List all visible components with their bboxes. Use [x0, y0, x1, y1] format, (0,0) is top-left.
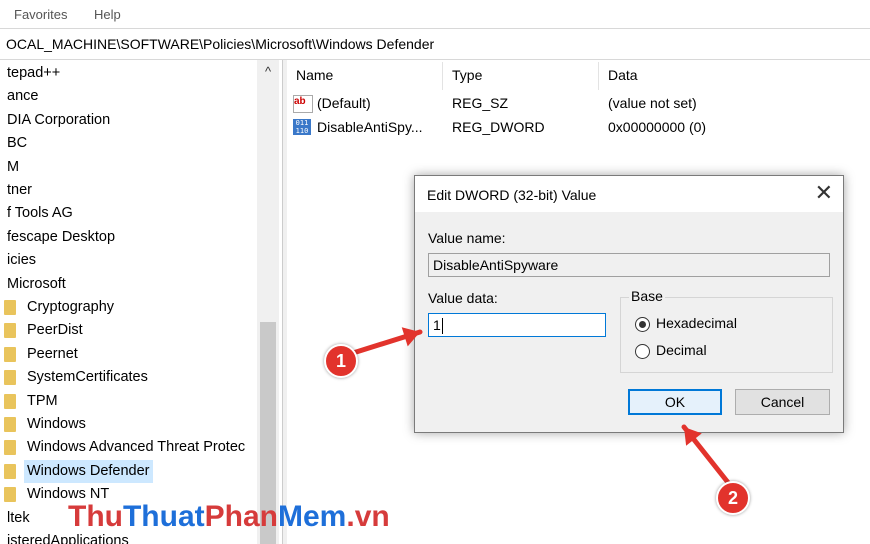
column-header-name[interactable]: Name — [296, 60, 333, 90]
cancel-button[interactable]: Cancel — [735, 389, 830, 415]
edit-dword-dialog: Edit DWORD (32-bit) Value ✕ Value name: … — [414, 175, 844, 433]
step-2-badge: 2 — [716, 481, 750, 515]
column-separator[interactable] — [598, 62, 599, 90]
tree-item-label: tner — [7, 182, 32, 198]
folder-icon — [4, 417, 16, 432]
tree-item-label: tepad++ — [7, 65, 61, 81]
tree-item-label: TPM — [27, 392, 58, 409]
tree-item-label: ltek — [7, 509, 30, 526]
tree-item-label: M — [7, 158, 20, 175]
column-separator[interactable] — [442, 62, 443, 90]
step-1-badge: 1 — [324, 344, 358, 378]
value-name-field[interactable]: DisableAntiSpyware — [428, 253, 830, 277]
binary-value-icon: 011 110 — [293, 119, 311, 135]
base-groupbox: Base Hexadecimal Decimal — [620, 288, 833, 373]
value-data: 0x00000000 (0) — [608, 119, 707, 135]
value-data-text: 1 — [433, 317, 441, 333]
tree-item-label: Windows Advanced Threat Protec — [27, 439, 246, 456]
decimal-label[interactable]: Decimal — [656, 342, 707, 358]
tree-item-label: BC — [7, 135, 28, 152]
value-data-input[interactable]: 1 — [428, 313, 606, 337]
tree-item-label: Windows Defender — [24, 459, 153, 483]
watermark-part: Phan — [204, 500, 278, 533]
tree-item-label: ance — [7, 88, 39, 105]
ok-button[interactable]: OK — [628, 389, 722, 415]
registry-tree: tepad++ ance DIA Corporation BC Mtner f Tools… — [0, 60, 282, 544]
watermark-part: .vn — [346, 500, 390, 533]
value-data-label: Value data: — [428, 290, 498, 306]
folder-icon — [4, 393, 16, 409]
folder-icon — [4, 346, 16, 362]
hexadecimal-radio[interactable] — [635, 317, 650, 332]
close-icon[interactable]: ✕ — [815, 181, 833, 205]
value-row-default[interactable]: ab (Default) REG_SZ (value not set) — [287, 91, 847, 115]
tree-scrollbar[interactable]: ^ — [257, 60, 279, 544]
value-name: DisableAntiSpy... — [317, 119, 423, 135]
watermark-logo: ThuThuatPhanMem.vn — [68, 500, 390, 534]
value-type: REG_SZ — [452, 95, 509, 111]
menu-item-favorites[interactable]: Favorites — [14, 7, 67, 22]
tree-item-label: SystemCertificates — [27, 369, 148, 386]
tree-item-label: PeerDist — [27, 322, 83, 339]
folder-icon — [4, 370, 16, 386]
folder-icon — [4, 463, 16, 479]
menu-item-help[interactable]: Help — [94, 7, 121, 22]
base-label: Base — [629, 288, 665, 304]
column-header-data[interactable]: Data — [608, 60, 638, 90]
column-header-type[interactable]: Type — [452, 60, 482, 90]
decimal-radio[interactable] — [635, 344, 650, 359]
tree-item-label: Microsoft — [7, 275, 66, 292]
watermark-part: Mem — [278, 500, 347, 533]
watermark-part: Thuat — [122, 500, 205, 533]
value-name: (Default) — [317, 95, 371, 111]
value-data: (value not set) — [608, 95, 697, 111]
tree-item-label: DIA Corporation — [7, 111, 111, 128]
string-value-icon: ab — [293, 95, 313, 113]
tree-item-label: f Tools AG — [7, 205, 73, 222]
text-caret — [441, 318, 443, 335]
value-name-label: Value name: — [428, 230, 506, 246]
tree-item-label: Peernet — [27, 345, 78, 362]
menu-bar: Favorites Help — [0, 0, 870, 26]
scroll-up-icon[interactable]: ^ — [260, 62, 276, 82]
folder-icon — [4, 300, 16, 315]
watermark-part: Thu — [68, 500, 123, 533]
dialog-title: Edit DWORD (32-bit) Value — [427, 187, 597, 203]
folder-icon — [4, 487, 16, 503]
tree-item-label: Cryptography — [27, 299, 115, 315]
tree-item-label: icies — [7, 252, 37, 269]
value-row-disableantispyware[interactable]: 011 110 DisableAntiSpy... REG_DWORD 0x000… — [287, 115, 847, 139]
tree-item-label: fescape Desktop — [7, 228, 116, 245]
address-bar[interactable]: OCAL_MACHINE\SOFTWARE\Policies\Microsoft… — [0, 28, 870, 60]
value-type: REG_DWORD — [452, 119, 545, 135]
hexadecimal-label[interactable]: Hexadecimal — [656, 315, 737, 331]
address-path: OCAL_MACHINE\SOFTWARE\Policies\Microsoft… — [6, 36, 435, 52]
dialog-title-bar[interactable]: Edit DWORD (32-bit) Value ✕ — [415, 176, 843, 212]
folder-icon — [4, 440, 16, 456]
tree-item-label: Windows — [27, 416, 86, 432]
folder-icon — [4, 323, 16, 339]
